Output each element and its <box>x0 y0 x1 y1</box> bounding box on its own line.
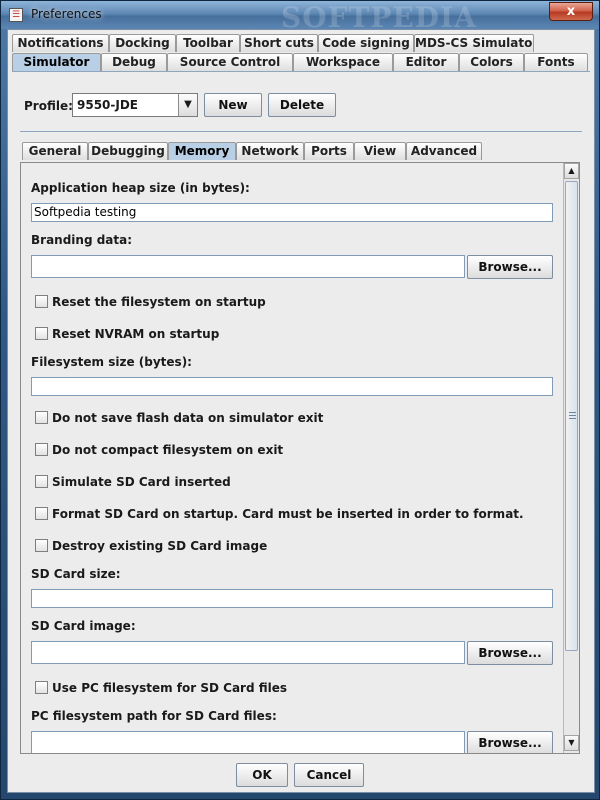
tab-divider <box>12 71 590 72</box>
no-compact-checkbox[interactable] <box>35 443 48 456</box>
tab-editor[interactable]: Editor <box>393 53 459 71</box>
grip-line <box>569 412 576 413</box>
profile-select[interactable]: 9550-JDE ▼ <box>72 93 198 117</box>
tab-advanced[interactable]: Advanced <box>406 142 482 160</box>
scroll-up-arrow-icon[interactable]: ▲ <box>564 163 579 179</box>
memory-panel: Application heap size (in bytes): Softpe… <box>20 162 580 754</box>
preferences-window: ☰ Preferences SOFTPEDIA x Notifications … <box>0 0 600 800</box>
tab-ports[interactable]: Ports <box>304 142 354 160</box>
profile-select-value: 9550-JDE <box>77 98 139 112</box>
sd-card-image-label: SD Card image: <box>31 619 136 633</box>
pc-path-browse-button[interactable]: Browse... <box>467 731 553 753</box>
reset-filesystem-label: Reset the filesystem on startup <box>52 295 266 309</box>
delete-profile-button[interactable]: Delete <box>268 93 336 117</box>
simulate-sd-checkbox[interactable] <box>35 475 48 488</box>
grip-line <box>569 415 576 416</box>
sd-image-browse-button[interactable]: Browse... <box>467 641 553 665</box>
tab-short-cuts[interactable]: Short cuts <box>240 34 318 52</box>
branding-data-input[interactable] <box>31 255 465 278</box>
filesystem-size-input[interactable] <box>31 377 553 396</box>
scroll-down-arrow-icon[interactable]: ▼ <box>564 735 579 751</box>
new-profile-button[interactable]: New <box>204 93 262 117</box>
tab-memory[interactable]: Memory <box>168 142 236 160</box>
close-button[interactable]: x <box>549 2 593 21</box>
window-title: Preferences <box>31 7 102 21</box>
pc-filesystem-path-input[interactable] <box>31 731 465 753</box>
tab-network[interactable]: Network <box>236 142 304 160</box>
heap-size-label: Application heap size (in bytes): <box>31 181 250 195</box>
destroy-sd-label: Destroy existing SD Card image <box>52 539 268 553</box>
tab-toolbar[interactable]: Toolbar <box>176 34 240 52</box>
use-pc-filesystem-checkbox[interactable] <box>35 681 48 694</box>
tab-fonts[interactable]: Fonts <box>524 53 588 71</box>
tab-mds-cs-simulator[interactable]: MDS-CS Simulator <box>414 34 534 52</box>
format-sd-checkbox[interactable] <box>35 507 48 520</box>
sd-card-image-input[interactable] <box>31 641 465 664</box>
grip-line <box>569 418 576 419</box>
reset-nvram-label: Reset NVRAM on startup <box>52 327 220 341</box>
tab-debug[interactable]: Debug <box>101 53 167 71</box>
title-bar[interactable]: ☰ Preferences SOFTPEDIA x <box>1 1 599 34</box>
ok-button[interactable]: OK <box>236 763 288 787</box>
chevron-down-icon[interactable]: ▼ <box>178 94 197 116</box>
tab-notifications[interactable]: Notifications <box>12 34 109 52</box>
vertical-scrollbar[interactable]: ▲ ▼ <box>563 163 579 753</box>
pc-filesystem-path-label: PC filesystem path for SD Card files: <box>31 709 277 723</box>
tab-general[interactable]: General <box>22 142 88 160</box>
tab-view[interactable]: View <box>354 142 406 160</box>
tab-simulator[interactable]: Simulator <box>12 53 101 71</box>
tab-debugging[interactable]: Debugging <box>88 142 168 160</box>
no-save-flash-checkbox[interactable] <box>35 411 48 424</box>
sd-card-size-input[interactable] <box>31 589 553 608</box>
no-save-flash-label: Do not save flash data on simulator exit <box>52 411 324 425</box>
app-icon: ☰ <box>9 8 23 22</box>
profile-label: Profile: <box>24 99 73 113</box>
heap-size-input[interactable]: Softpedia testing <box>31 203 553 222</box>
branding-data-label: Branding data: <box>31 233 133 247</box>
branding-browse-button[interactable]: Browse... <box>467 255 553 279</box>
tab-source-control[interactable]: Source Control <box>167 53 293 71</box>
tab-code-signing[interactable]: Code signing <box>318 34 414 52</box>
use-pc-filesystem-label: Use PC filesystem for SD Card files <box>52 681 288 695</box>
simulate-sd-label: Simulate SD Card inserted <box>52 475 231 489</box>
dialog-content: Notifications Docking Toolbar Short cuts… <box>7 29 595 793</box>
tab-docking[interactable]: Docking <box>109 34 176 52</box>
profile-separator <box>20 131 582 132</box>
reset-nvram-checkbox[interactable] <box>35 327 48 340</box>
scroll-thumb[interactable] <box>565 181 578 651</box>
tab-colors[interactable]: Colors <box>459 53 524 71</box>
tab-workspace[interactable]: Workspace <box>293 53 393 71</box>
format-sd-label: Format SD Card on startup. Card must be … <box>52 507 524 521</box>
filesystem-size-label: Filesystem size (bytes): <box>31 355 192 369</box>
cancel-button[interactable]: Cancel <box>294 763 364 787</box>
sd-card-size-label: SD Card size: <box>31 567 121 581</box>
no-compact-label: Do not compact filesystem on exit <box>52 443 284 457</box>
reset-filesystem-checkbox[interactable] <box>35 295 48 308</box>
destroy-sd-checkbox[interactable] <box>35 539 48 552</box>
